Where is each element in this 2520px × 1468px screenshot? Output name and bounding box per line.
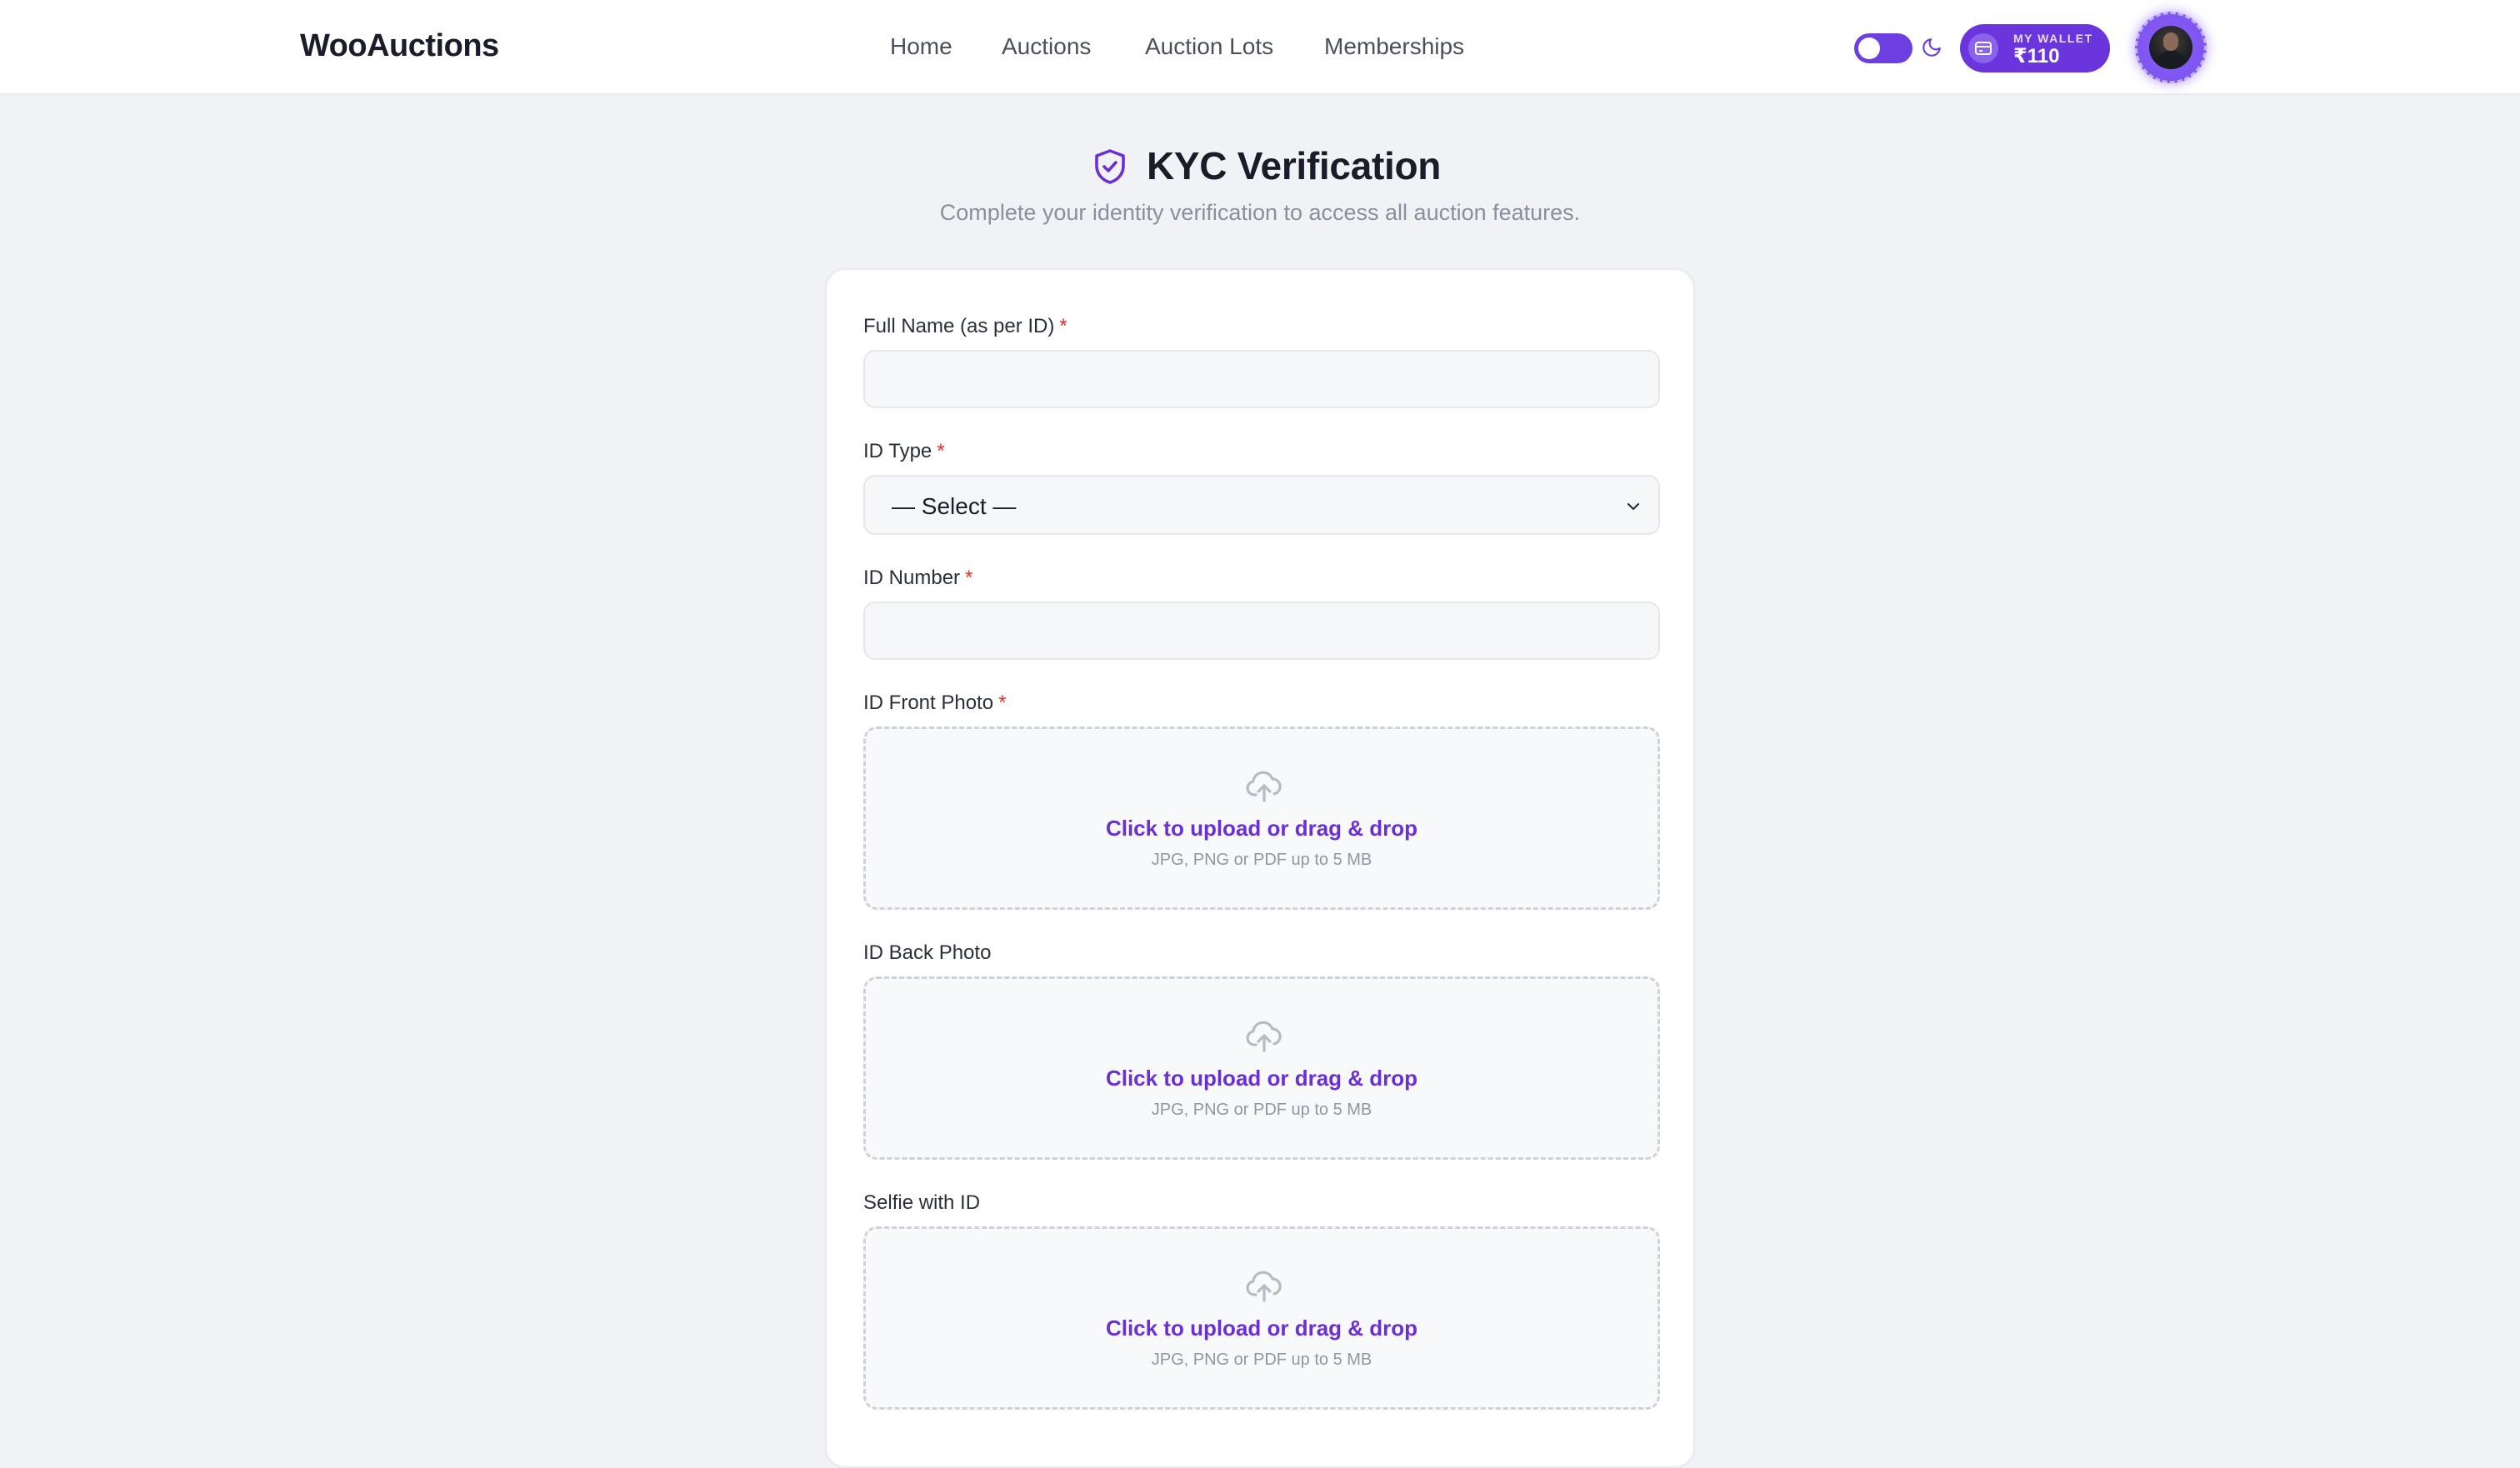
- upload-cloud-icon: [1246, 1271, 1282, 1302]
- chevron-down-icon: [1627, 502, 1640, 511]
- dark-mode-toggle[interactable]: [1854, 33, 1912, 63]
- wallet-balance: ₹110: [2013, 45, 2060, 67]
- nav-home-link[interactable]: Home: [890, 33, 952, 60]
- upload-prompt: Click to upload or drag & drop: [1105, 816, 1418, 841]
- id-type-label: ID Type *: [863, 440, 945, 463]
- user-avatar[interactable]: [2135, 12, 2207, 83]
- id-front-photo-label: ID Front Photo *: [863, 692, 1006, 715]
- upload-hint: JPG, PNG or PDF up to 5 MB: [1151, 1351, 1372, 1369]
- id-front-photo-dropzone[interactable]: Click to upload or drag & drop JPG, PNG …: [863, 727, 1660, 910]
- shield-check-icon: [1095, 149, 1125, 184]
- id-type-select[interactable]: — Select —: [863, 475, 1660, 535]
- page-title: KYC Verification: [1147, 144, 1442, 187]
- id-number-input[interactable]: [863, 602, 1660, 660]
- selfie-dropzone[interactable]: Click to upload or drag & drop JPG, PNG …: [863, 1226, 1660, 1410]
- wallet-icon: [1968, 33, 1998, 63]
- upload-hint: JPG, PNG or PDF up to 5 MB: [1151, 1101, 1372, 1119]
- upload-hint: JPG, PNG or PDF up to 5 MB: [1151, 851, 1372, 869]
- upload-prompt: Click to upload or drag & drop: [1105, 1066, 1418, 1091]
- id-number-label: ID Number *: [863, 567, 972, 590]
- required-asterisk: *: [998, 692, 1007, 714]
- required-asterisk: *: [1059, 315, 1068, 337]
- id-back-photo-label-text: ID Back Photo: [863, 941, 992, 964]
- required-asterisk: *: [937, 440, 945, 462]
- required-asterisk: *: [965, 567, 973, 589]
- id-number-label-text: ID Number: [863, 567, 961, 589]
- full-name-label-text: Full Name (as per ID): [863, 315, 1055, 337]
- nav-auctions-link[interactable]: Auctions: [1002, 33, 1091, 60]
- avatar-photo: [2149, 26, 2192, 69]
- page-subtitle: Complete your identity verification to a…: [939, 200, 1581, 225]
- brand-logo-text[interactable]: WooAuctions: [300, 28, 499, 64]
- moon-icon: [1922, 38, 1941, 57]
- nav-auction-lots-link[interactable]: Auction Lots: [1145, 33, 1273, 60]
- id-back-photo-dropzone[interactable]: Click to upload or drag & drop JPG, PNG …: [863, 976, 1660, 1160]
- id-type-label-text: ID Type: [863, 440, 932, 462]
- wallet-label: MY WALLET: [2013, 32, 2093, 45]
- selfie-label: Selfie with ID: [863, 1191, 980, 1215]
- nav-memberships-link[interactable]: Memberships: [1324, 33, 1464, 60]
- upload-cloud-icon: [1246, 771, 1282, 802]
- id-back-photo-label: ID Back Photo: [863, 941, 991, 965]
- selfie-label-text: Selfie with ID: [863, 1191, 981, 1214]
- upload-prompt: Click to upload or drag & drop: [1105, 1316, 1418, 1341]
- id-front-photo-label-text: ID Front Photo: [863, 692, 994, 714]
- upload-cloud-icon: [1246, 1021, 1282, 1052]
- id-type-selected-value: — Select —: [892, 493, 1017, 519]
- full-name-label: Full Name (as per ID) *: [863, 315, 1068, 338]
- wallet-button[interactable]: MY WALLET ₹110: [1960, 24, 2110, 72]
- kyc-form-card: Full Name (as per ID) * ID Type * — Select…: [825, 268, 1695, 1468]
- full-name-input[interactable]: [863, 350, 1660, 408]
- toggle-knob: [1858, 37, 1880, 59]
- top-navigation-bar: WooAuctions Home Auctions Auction Lots M…: [0, 0, 2520, 95]
